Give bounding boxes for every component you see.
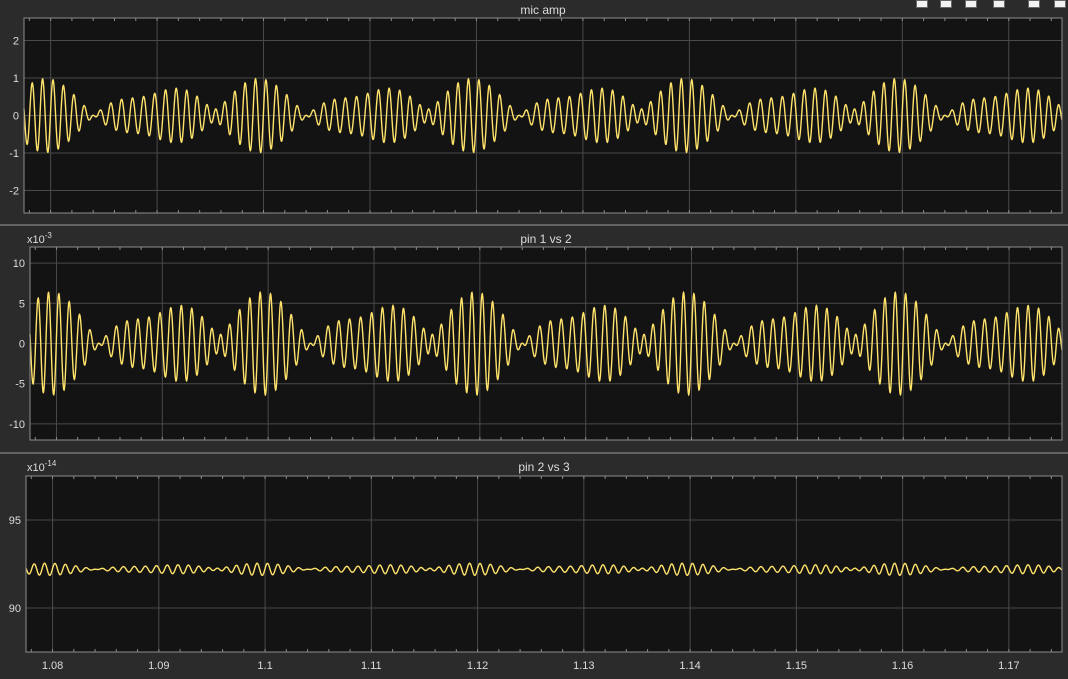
y-tick-label: 95	[9, 515, 21, 527]
plot-title: mic amp	[520, 3, 566, 17]
x-tick-label: 1.16	[892, 660, 913, 672]
y-tick-label: -10	[9, 419, 25, 431]
y-tick-label: 1	[13, 73, 19, 85]
y-tick-label: 5	[19, 298, 25, 310]
y-tick-label: 0	[19, 339, 25, 351]
x-tick-label: 1.15	[786, 660, 807, 672]
y-tick-label: 2	[13, 36, 19, 48]
plot-panel-1: -2 -1 0 1 2 mic amp	[9, 3, 1063, 214]
plot-title: pin 2 vs 3	[518, 460, 570, 474]
y-tick-label: -1	[9, 148, 19, 160]
plot-panel-2: -10 -5 0 5 10 pin 1 vs 2 x10-3	[9, 231, 1063, 441]
y-exponent-label: x10-14	[27, 459, 57, 474]
x-tick-label: 1.12	[467, 660, 488, 672]
y-tick-label: 10	[13, 258, 25, 270]
y-tick-label: 90	[9, 603, 21, 615]
plot-title: pin 1 vs 2	[520, 232, 572, 246]
x-tick-label: 1.17	[998, 660, 1019, 672]
x-tick-label: 1.14	[679, 660, 700, 672]
x-tick-label: 1.13	[573, 660, 594, 672]
y-tick-label: -2	[9, 186, 19, 198]
x-tick-label: 1.1	[257, 660, 272, 672]
y-tick-label: 0	[13, 111, 19, 123]
axes-background	[26, 476, 1062, 652]
plot-panel-3: 90 95 pin 2 vs 3 x10-14 1.08 1.09 1.1 1.11 1.12 1…	[9, 459, 1063, 672]
x-tick-label: 1.08	[42, 660, 63, 672]
y-exponent-label: x10-3	[27, 231, 52, 246]
y-tick-label: -5	[15, 379, 25, 391]
scope-plots: -2-1012mic amp-10-50510pin 1 vs 2x10-390…	[0, 3, 1068, 672]
x-tick-label: 1.09	[148, 660, 169, 672]
x-tick-label: 1.11	[361, 660, 382, 672]
